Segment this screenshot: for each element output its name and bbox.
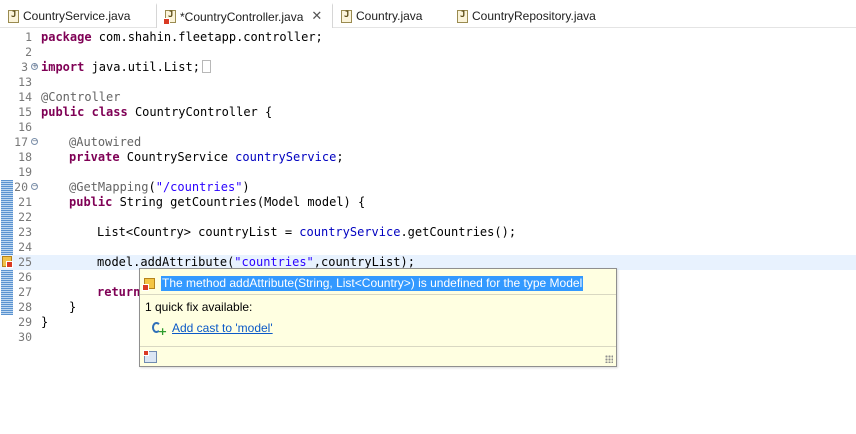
quick-fix-link[interactable]: Add cast to 'model' bbox=[172, 321, 273, 335]
problem-message: The method addAttribute(String, List<Cou… bbox=[142, 276, 584, 291]
line-number: 29 bbox=[18, 315, 32, 329]
tab-country-repository[interactable]: J CountryRepository.java bbox=[449, 5, 609, 27]
line-number: 22 bbox=[18, 210, 32, 224]
code-text: public String getCountries(Model model) … bbox=[69, 195, 366, 209]
code-text: @Autowired bbox=[69, 135, 142, 149]
configure-hover-icon[interactable] bbox=[143, 350, 157, 363]
line-number: 26 bbox=[18, 270, 32, 284]
line-number: 13 bbox=[18, 75, 32, 89]
editor-tab-bar: J CountryService.java J *CountryControll… bbox=[0, 0, 856, 28]
java-file-icon: J bbox=[341, 9, 352, 23]
line-number: 27 bbox=[18, 285, 32, 299]
line-number: 15 bbox=[18, 105, 32, 119]
code-text: package com.shahin.fleetapp.controller; bbox=[41, 30, 323, 44]
quick-fix-cast-icon: + bbox=[152, 321, 167, 337]
line-number: 30 bbox=[18, 330, 32, 344]
java-file-icon: J bbox=[8, 9, 19, 23]
line-number: 17 bbox=[14, 135, 28, 149]
code-line[interactable]: 1 package com.shahin.fleetapp.controller… bbox=[0, 30, 856, 45]
code-line[interactable]: 20 − @GetMapping("/countries") bbox=[0, 180, 856, 195]
code-line[interactable]: 22 bbox=[0, 210, 856, 225]
code-line[interactable]: 14 @Controller bbox=[0, 90, 856, 105]
code-line[interactable]: 15 public class CountryController { bbox=[0, 105, 856, 120]
code-line[interactable]: 16 bbox=[0, 120, 856, 135]
collapse-fold-icon[interactable]: − bbox=[31, 183, 38, 190]
tab-country[interactable]: J Country.java bbox=[333, 5, 449, 27]
code-text: private CountryService countryService; bbox=[69, 150, 344, 164]
code-text: @GetMapping("/countries") bbox=[69, 180, 250, 194]
code-line[interactable]: 19 bbox=[0, 165, 856, 180]
code-text: @Controller bbox=[41, 90, 121, 104]
tab-label: CountryRepository.java bbox=[472, 9, 596, 23]
problem-hover-popup[interactable]: The method addAttribute(String, List<Cou… bbox=[139, 268, 617, 367]
line-number: 3 bbox=[21, 60, 28, 74]
collapse-fold-icon[interactable]: − bbox=[31, 138, 38, 145]
line-number: 24 bbox=[18, 240, 32, 254]
tab-label: *CountryController.java bbox=[180, 9, 304, 24]
collapsed-imports-icon[interactable] bbox=[201, 60, 211, 73]
line-number: 18 bbox=[18, 150, 32, 164]
error-icon bbox=[142, 278, 155, 291]
java-file-icon: J bbox=[457, 9, 468, 23]
code-line[interactable]: 23 List<Country> countryList = countrySe… bbox=[0, 225, 856, 240]
code-text: List<Country> countryList = countryServi… bbox=[97, 225, 517, 239]
resize-grip-icon[interactable] bbox=[605, 355, 613, 363]
line-number: 20 bbox=[14, 180, 28, 194]
line-number: 21 bbox=[18, 195, 32, 209]
code-line[interactable]: 2 bbox=[0, 45, 856, 60]
quick-fix-title: 1 quick fix available: bbox=[145, 300, 253, 314]
line-number: 14 bbox=[18, 90, 32, 104]
code-text: } bbox=[69, 300, 77, 314]
line-number: 19 bbox=[18, 165, 32, 179]
code-text: public class CountryController { bbox=[41, 105, 273, 119]
popup-toolbar bbox=[140, 346, 616, 366]
line-number: 1 bbox=[25, 30, 32, 44]
line-number: 23 bbox=[18, 225, 32, 239]
close-icon[interactable]: ✕ bbox=[311, 9, 322, 24]
error-quickfix-icon[interactable] bbox=[2, 256, 13, 268]
code-line[interactable]: 17 − @Autowired bbox=[0, 135, 856, 150]
code-line[interactable]: 18 private CountryService countryService… bbox=[0, 150, 856, 165]
code-line[interactable]: 3 + import java.util.List; bbox=[0, 60, 856, 75]
line-number: 16 bbox=[18, 120, 32, 134]
code-line[interactable]: 21 public String getCountries(Model mode… bbox=[0, 195, 856, 210]
tab-label: CountryService.java bbox=[23, 9, 131, 23]
code-line[interactable]: 13 bbox=[0, 75, 856, 90]
code-text: } bbox=[41, 315, 49, 329]
divider bbox=[140, 294, 616, 295]
code-text: return bbox=[97, 285, 141, 299]
line-number: 2 bbox=[25, 45, 32, 59]
code-text: import java.util.List; bbox=[41, 60, 211, 75]
tab-country-controller[interactable]: J *CountryController.java ✕ bbox=[156, 3, 333, 28]
line-number: 28 bbox=[18, 300, 32, 314]
java-file-error-icon: J bbox=[163, 10, 176, 25]
tab-label: Country.java bbox=[356, 9, 423, 23]
tab-country-service[interactable]: J CountryService.java bbox=[0, 5, 156, 27]
code-editor[interactable]: 1 package com.shahin.fleetapp.controller… bbox=[0, 28, 856, 434]
code-line[interactable]: 24 bbox=[0, 240, 856, 255]
line-number: 25 bbox=[18, 255, 32, 269]
expand-fold-icon[interactable]: + bbox=[31, 63, 38, 70]
quick-fix-item[interactable]: + Add cast to 'model' bbox=[152, 321, 273, 337]
problem-message-text[interactable]: The method addAttribute(String, List<Cou… bbox=[161, 276, 584, 291]
